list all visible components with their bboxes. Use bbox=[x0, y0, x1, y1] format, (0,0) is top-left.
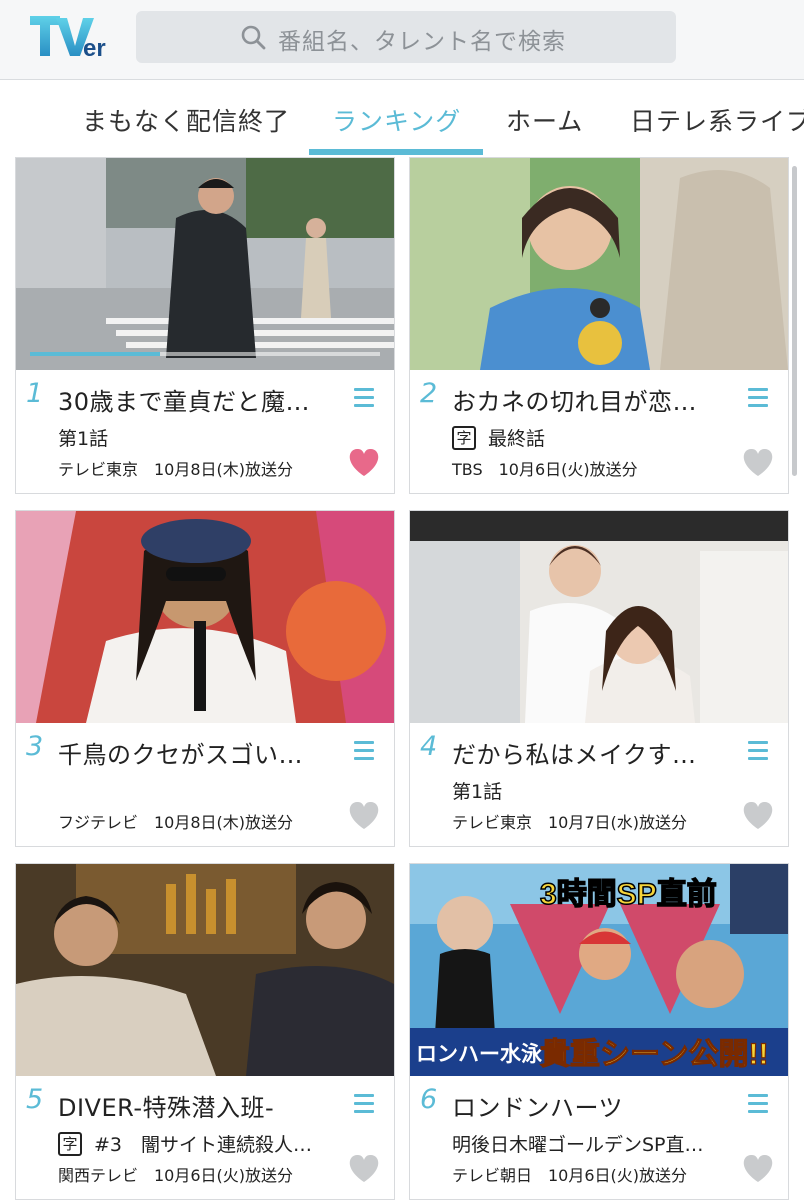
tab-ntv-live[interactable]: 日テレ系ライブ bbox=[630, 102, 804, 138]
search-placeholder: 番組名、タレント名で検索 bbox=[278, 29, 566, 55]
rank-number: 3 bbox=[26, 731, 44, 762]
thumb-caption-left: ロンハー水泳 bbox=[416, 1043, 543, 1066]
ranking-card-4[interactable]: 4 だから私はメイクす… 第1話 テレビ東京 10月7日(水)放送分 bbox=[409, 510, 789, 847]
rank-number: 2 bbox=[420, 378, 438, 409]
program-title[interactable]: 千鳥のクセがスゴい… bbox=[58, 735, 348, 770]
episode-label: 字 #3 闇サイト連続殺人… bbox=[58, 1130, 338, 1157]
episode-thumbnail[interactable] bbox=[16, 158, 394, 370]
program-title[interactable]: おカネの切れ目が恋… bbox=[452, 382, 742, 417]
menu-icon[interactable] bbox=[354, 388, 374, 412]
app-header: er 番組名、タレント名で検索 bbox=[0, 0, 804, 80]
ranking-card-6[interactable]: 3時間SP直前 ロンハー水泳 貴重シーン公開!! 6 ロンドンハーツ 明後日木曜… bbox=[409, 863, 789, 1200]
favorite-heart-icon[interactable] bbox=[347, 1154, 381, 1184]
ranking-card-5[interactable]: 5 DIVER-特殊潜入班- 字 #3 闇サイト連続殺人… 関西テレビ 10月6日… bbox=[15, 863, 395, 1200]
episode-label: 第1話 bbox=[58, 428, 109, 450]
episode-thumbnail[interactable]: 3時間SP直前 ロンハー水泳 貴重シーン公開!! bbox=[410, 864, 788, 1076]
favorite-heart-icon[interactable] bbox=[347, 448, 381, 478]
ranking-card-2[interactable]: 2 おカネの切れ目が恋… 字最終話 TBS 10月6日(火)放送分 bbox=[409, 157, 789, 494]
broadcast-info: テレビ東京 10月8日(木)放送分 bbox=[58, 460, 294, 479]
episode-label: 明後日木曜ゴールデンSP直… bbox=[452, 1134, 704, 1156]
episode-thumbnail[interactable] bbox=[410, 511, 788, 723]
broadcast-info: テレビ朝日 10月6日(火)放送分 bbox=[452, 1166, 688, 1185]
menu-icon[interactable] bbox=[354, 741, 374, 765]
favorite-heart-icon[interactable] bbox=[741, 448, 775, 478]
tab-ending-soon[interactable]: まもなく配信終了 bbox=[82, 102, 290, 138]
broadcast-info: 関西テレビ 10月6日(火)放送分 bbox=[58, 1166, 294, 1185]
subtitle-badge: 字 bbox=[452, 425, 476, 450]
favorite-heart-icon[interactable] bbox=[741, 801, 775, 831]
menu-icon[interactable] bbox=[748, 388, 768, 412]
favorite-heart-icon[interactable] bbox=[347, 801, 381, 831]
rank-number: 4 bbox=[420, 731, 438, 762]
episode-thumbnail[interactable] bbox=[410, 158, 788, 370]
scrollbar[interactable] bbox=[792, 166, 797, 476]
rank-number: 6 bbox=[420, 1084, 438, 1115]
favorite-heart-icon[interactable] bbox=[741, 1154, 775, 1184]
thumb-caption-top: 3時間SP直前 bbox=[540, 878, 717, 911]
ranking-card-3[interactable]: 3 千鳥のクセがスゴい… フジテレビ 10月8日(木)放送分 bbox=[15, 510, 395, 847]
rank-number: 1 bbox=[26, 378, 44, 409]
tab-ranking[interactable]: ランキング bbox=[332, 102, 461, 138]
broadcast-info: TBS 10月6日(火)放送分 bbox=[452, 460, 638, 479]
broadcast-info: テレビ東京 10月7日(水)放送分 bbox=[452, 813, 688, 832]
search-icon bbox=[241, 25, 266, 50]
menu-icon[interactable] bbox=[748, 741, 768, 765]
broadcast-info: フジテレビ 10月8日(木)放送分 bbox=[58, 813, 294, 832]
episode-label: 字最終話 bbox=[452, 424, 732, 451]
program-title[interactable]: DIVER-特殊潜入班- bbox=[58, 1088, 348, 1123]
ranking-card-1[interactable]: 1 30歳まで童貞だと魔… 第1話 テレビ東京 10月8日(木)放送分 bbox=[15, 157, 395, 494]
logo-er-text: er bbox=[83, 35, 106, 62]
category-tabs: まもなく配信終了 ランキング ホーム 日テレ系ライブ bbox=[0, 80, 804, 158]
rank-number: 5 bbox=[26, 1084, 44, 1115]
program-title[interactable]: 30歳まで童貞だと魔… bbox=[58, 382, 348, 417]
episode-thumbnail[interactable] bbox=[16, 511, 394, 723]
menu-icon[interactable] bbox=[748, 1094, 768, 1118]
thumb-caption-right: 貴重シーン公開!! bbox=[540, 1038, 768, 1071]
program-title[interactable]: ロンドンハーツ bbox=[452, 1088, 742, 1123]
program-title[interactable]: だから私はメイクす… bbox=[452, 735, 742, 770]
menu-icon[interactable] bbox=[354, 1094, 374, 1118]
active-tab-indicator bbox=[309, 149, 483, 155]
tver-logo[interactable]: er bbox=[30, 10, 112, 64]
subtitle-badge: 字 bbox=[58, 1131, 82, 1156]
watch-progress-bar bbox=[30, 352, 160, 356]
episode-thumbnail[interactable] bbox=[16, 864, 394, 1076]
episode-label: 第1話 bbox=[452, 781, 503, 803]
search-input[interactable]: 番組名、タレント名で検索 bbox=[136, 11, 676, 63]
tab-home[interactable]: ホーム bbox=[506, 102, 583, 138]
